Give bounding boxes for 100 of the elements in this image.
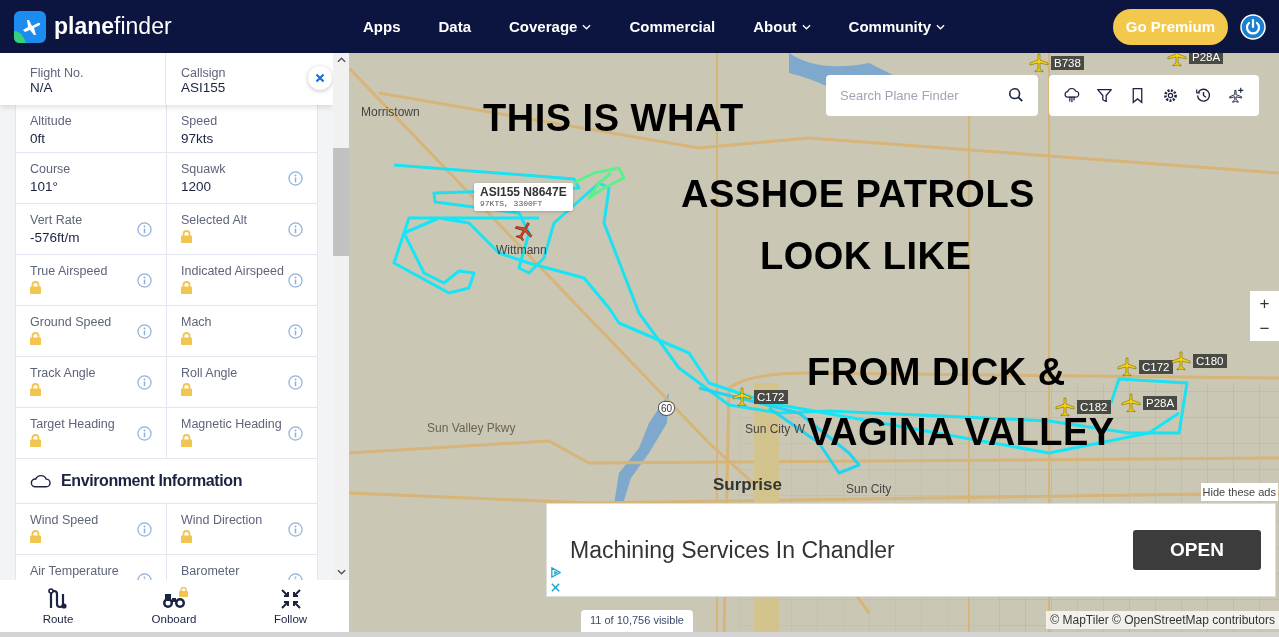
place-label: Morristown [361, 105, 420, 119]
field-label: Selected Alt [181, 213, 247, 227]
tooltip-title: ASI155 N8647E [480, 185, 567, 199]
settings-icon[interactable] [1162, 87, 1179, 104]
field-label: Magnetic Heading [181, 417, 282, 431]
info-icon[interactable] [137, 374, 152, 390]
field-label: Air Temperature [30, 564, 119, 578]
field-label: Wind Direction [181, 513, 263, 527]
airplane-icon[interactable] [1171, 351, 1191, 371]
aircraft-type-label[interactable]: C172 [754, 390, 788, 404]
field-label: Altitude [30, 114, 72, 128]
history-icon[interactable] [1195, 87, 1212, 104]
aircraft-type-label[interactable]: C180 [1193, 354, 1227, 368]
cloud-rain-icon[interactable] [1063, 87, 1080, 104]
field-value: 1200 [181, 179, 212, 194]
map-attribution: © MapTiler © OpenStreetMap contributors [1046, 611, 1279, 629]
collapse-arrows-icon [279, 587, 302, 610]
aircraft-type-label[interactable]: B738 [1051, 56, 1084, 70]
play-triangle-icon[interactable] [550, 567, 561, 578]
nav-link[interactable]: Community [848, 18, 946, 35]
aircraft-type-label[interactable]: P28A [1143, 396, 1178, 410]
aircraft-type-label[interactable]: C172 [1139, 360, 1173, 374]
padlock-icon [181, 332, 192, 345]
field-label: Course [30, 162, 71, 176]
padlock-icon [30, 434, 41, 447]
field-value: ASI155 [181, 80, 226, 95]
visible-count: 11 of 10,756 visible [581, 610, 693, 632]
info-icon[interactable] [288, 323, 303, 339]
padlock-icon [181, 383, 192, 396]
field-label: Flight No. [30, 66, 84, 80]
nav-link[interactable]: About [753, 18, 811, 35]
field-label: Target Heading [30, 417, 115, 431]
info-icon[interactable] [288, 170, 303, 186]
nav-link[interactable]: Commercial [629, 18, 716, 35]
info-icon[interactable] [137, 272, 152, 288]
close-button[interactable] [308, 66, 332, 90]
plane-logo-icon[interactable] [14, 10, 46, 43]
field-label: Roll Angle [181, 366, 238, 380]
route-icon [47, 587, 69, 610]
caret-up-icon[interactable] [336, 57, 346, 63]
tooltip-detail: 97KTS, 3300FT [480, 199, 544, 208]
close-icon [315, 73, 325, 83]
info-icon[interactable] [137, 425, 152, 441]
action-button[interactable]: Route [0, 580, 116, 632]
padlock-icon [179, 587, 188, 597]
field-label: Wind Speed [30, 513, 99, 527]
field-label: Mach [181, 315, 212, 329]
info-icon[interactable] [137, 521, 152, 537]
info-icon[interactable] [288, 521, 303, 537]
action-button[interactable]: Follow [232, 580, 349, 632]
caption-text: FROM DICK & [807, 351, 1066, 394]
scrollbar-thumb[interactable] [333, 148, 349, 256]
field-label: Indicated Airspeed [181, 264, 284, 278]
padlock-icon [181, 530, 192, 543]
padlock-icon [30, 530, 41, 543]
padlock-icon [181, 230, 192, 243]
hide-ads-link[interactable]: Hide these ads [1200, 483, 1278, 501]
field-label: True Airspeed [30, 264, 108, 278]
ad-headline[interactable]: Machining Services In Chandler [570, 536, 895, 564]
road-label: Sun Valley Pkwy [427, 421, 516, 435]
add-plane-icon[interactable] [1228, 87, 1245, 104]
nav-link[interactable]: Coverage [509, 18, 592, 35]
info-icon[interactable] [288, 425, 303, 441]
field-label: Speed [181, 114, 218, 128]
field-label: Barometer [181, 564, 240, 578]
scrollbar[interactable] [333, 53, 349, 580]
logo-wordmark[interactable]: planefinder [54, 13, 172, 40]
nav-link[interactable]: Apps [363, 18, 401, 35]
info-icon[interactable] [288, 221, 303, 237]
caret-icon [801, 23, 811, 30]
caret-down-icon[interactable] [336, 569, 346, 575]
caret-icon [582, 23, 592, 30]
field-label: Squawk [181, 162, 226, 176]
open-button[interactable]: OPEN [1133, 530, 1261, 570]
nav-link[interactable]: Data [438, 18, 471, 35]
search-field[interactable]: Search Plane Finder [826, 75, 1038, 116]
filter-icon[interactable] [1096, 87, 1113, 104]
section-title: Environment Information [61, 472, 243, 490]
action-button[interactable]: Onboard [116, 580, 232, 632]
airplane-icon[interactable] [514, 221, 534, 241]
search-icon[interactable] [1008, 87, 1024, 103]
padlock-icon [30, 383, 41, 396]
padlock-icon [181, 281, 192, 294]
caret-icon [936, 23, 946, 30]
field-label: Vert Rate [30, 213, 83, 227]
info-icon[interactable] [137, 323, 152, 339]
field-label: Ground Speed [30, 315, 112, 329]
place-label: Sun City [846, 482, 892, 496]
caption-text: ASSHOE PATROLS [681, 173, 1035, 216]
power-icon[interactable] [1240, 13, 1266, 40]
field-label: Callsign [181, 66, 226, 80]
info-icon[interactable] [288, 374, 303, 390]
aircraft-type-label[interactable]: P28A [1189, 53, 1224, 64]
aircraft-type-label[interactable]: C182 [1077, 400, 1111, 414]
cloud-icon [30, 474, 51, 488]
field-value: 101° [30, 179, 58, 194]
close-icon[interactable] [550, 582, 561, 593]
info-icon[interactable] [137, 221, 152, 237]
info-icon[interactable] [288, 272, 303, 288]
padlock-icon [30, 281, 41, 294]
